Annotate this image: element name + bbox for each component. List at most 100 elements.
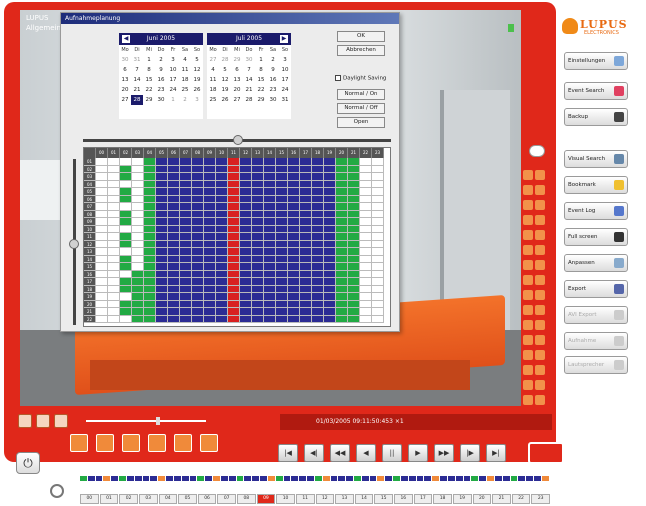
schedule-cell[interactable]	[180, 225, 192, 233]
schedule-cell[interactable]	[324, 240, 336, 248]
schedule-cell[interactable]	[180, 165, 192, 173]
schedule-cell[interactable]	[276, 285, 288, 293]
schedule-cell[interactable]	[372, 233, 384, 241]
schedule-cell[interactable]	[168, 218, 180, 226]
schedule-cell[interactable]	[288, 255, 300, 263]
schedule-cell[interactable]	[240, 203, 252, 211]
schedule-cell[interactable]	[120, 165, 132, 173]
schedule-cell[interactable]	[240, 240, 252, 248]
audio-button[interactable]	[54, 414, 68, 428]
schedule-cell[interactable]	[264, 285, 276, 293]
camera-channel-button[interactable]	[535, 245, 545, 255]
playback-button[interactable]: ▶|	[486, 444, 506, 462]
timeline-hour-button[interactable]: 22	[511, 494, 531, 504]
schedule-cell[interactable]	[228, 210, 240, 218]
calendar-day[interactable]: 23	[155, 85, 167, 95]
backup-button[interactable]: Backup	[564, 108, 628, 126]
schedule-cell[interactable]	[96, 255, 108, 263]
schedule-cell[interactable]	[228, 255, 240, 263]
schedule-cell[interactable]	[300, 278, 312, 286]
timeline-hour-button[interactable]: 04	[158, 494, 178, 504]
schedule-cell[interactable]	[96, 158, 108, 166]
timeline-segment[interactable]	[126, 476, 134, 481]
timeline-hour-button[interactable]: 05	[178, 494, 197, 504]
schedule-cell[interactable]	[324, 195, 336, 203]
schedule-cell[interactable]	[156, 293, 168, 301]
schedule-cell[interactable]	[324, 278, 336, 286]
schedule-cell[interactable]	[324, 188, 336, 196]
calendar-day[interactable]: 24	[279, 85, 291, 95]
schedule-cell[interactable]	[216, 300, 228, 308]
schedule-cell[interactable]	[288, 165, 300, 173]
calendar-day[interactable]: 28	[219, 55, 231, 65]
schedule-cell[interactable]	[276, 180, 288, 188]
schedule-cell[interactable]	[300, 270, 312, 278]
schedule-cell[interactable]	[120, 248, 132, 256]
schedule-cell[interactable]	[360, 158, 372, 166]
normal-on-button[interactable]: Normal / On	[337, 89, 385, 100]
timeline-hour-button[interactable]: 01	[99, 494, 119, 504]
camera-channel-button[interactable]	[523, 395, 533, 405]
schedule-cell[interactable]	[228, 195, 240, 203]
schedule-cell[interactable]	[132, 158, 144, 166]
schedule-cell[interactable]	[168, 210, 180, 218]
camera-channel-button[interactable]	[523, 245, 533, 255]
schedule-cell[interactable]	[228, 315, 240, 323]
schedule-cell[interactable]	[228, 293, 240, 301]
schedule-cell[interactable]	[264, 293, 276, 301]
schedule-cell[interactable]	[120, 233, 132, 241]
schedule-cell[interactable]	[120, 300, 132, 308]
schedule-cell[interactable]	[372, 285, 384, 293]
camera-channel-button[interactable]	[523, 215, 533, 225]
schedule-cell[interactable]	[324, 165, 336, 173]
calendar-day[interactable]: 18	[207, 85, 219, 95]
schedule-cell[interactable]	[144, 180, 156, 188]
schedule-cell[interactable]	[372, 300, 384, 308]
timeline-segment[interactable]	[111, 476, 119, 481]
schedule-cell[interactable]	[288, 188, 300, 196]
schedule-cell[interactable]	[120, 308, 132, 316]
calendar-day[interactable]: 1	[167, 95, 179, 105]
schedule-cell[interactable]	[96, 195, 108, 203]
schedule-cell[interactable]	[240, 248, 252, 256]
schedule-cell[interactable]	[216, 315, 228, 323]
schedule-cell[interactable]	[264, 188, 276, 196]
schedule-cell[interactable]	[312, 165, 324, 173]
schedule-cell[interactable]	[276, 188, 288, 196]
schedule-cell[interactable]	[156, 263, 168, 271]
schedule-cell[interactable]	[252, 195, 264, 203]
cancel-button[interactable]: Abbrechen	[337, 45, 385, 56]
schedule-cell[interactable]	[192, 233, 204, 241]
schedule-cell[interactable]	[360, 180, 372, 188]
schedule-cell[interactable]	[312, 315, 324, 323]
schedule-cell[interactable]	[348, 158, 360, 166]
schedule-cell[interactable]	[300, 233, 312, 241]
schedule-cell[interactable]	[204, 165, 216, 173]
schedule-cell[interactable]	[372, 240, 384, 248]
schedule-cell[interactable]	[336, 255, 348, 263]
schedule-cell[interactable]	[204, 315, 216, 323]
schedule-cell[interactable]	[204, 300, 216, 308]
schedule-cell[interactable]	[300, 300, 312, 308]
playback-button[interactable]: |▶	[460, 444, 480, 462]
calendar-day[interactable]: 13	[119, 75, 131, 85]
schedule-cell[interactable]	[216, 225, 228, 233]
schedule-cell[interactable]	[324, 315, 336, 323]
schedule-cell[interactable]	[204, 210, 216, 218]
schedule-cell[interactable]	[240, 308, 252, 316]
calendar-day[interactable]: 19	[191, 75, 203, 85]
schedule-cell[interactable]	[192, 158, 204, 166]
schedule-cell[interactable]	[252, 233, 264, 241]
schedule-cell[interactable]	[168, 158, 180, 166]
schedule-cell[interactable]	[192, 173, 204, 181]
schedule-cell[interactable]	[96, 293, 108, 301]
schedule-cell[interactable]	[204, 248, 216, 256]
schedule-cell[interactable]	[312, 300, 324, 308]
schedule-cell[interactable]	[240, 218, 252, 226]
schedule-cell[interactable]	[228, 158, 240, 166]
calendar-day[interactable]: 10	[279, 65, 291, 75]
timeline-hour-button[interactable]: 23	[531, 494, 550, 504]
schedule-cell[interactable]	[108, 165, 120, 173]
calendar-day[interactable]: 9	[267, 65, 279, 75]
schedule-cell[interactable]	[108, 188, 120, 196]
